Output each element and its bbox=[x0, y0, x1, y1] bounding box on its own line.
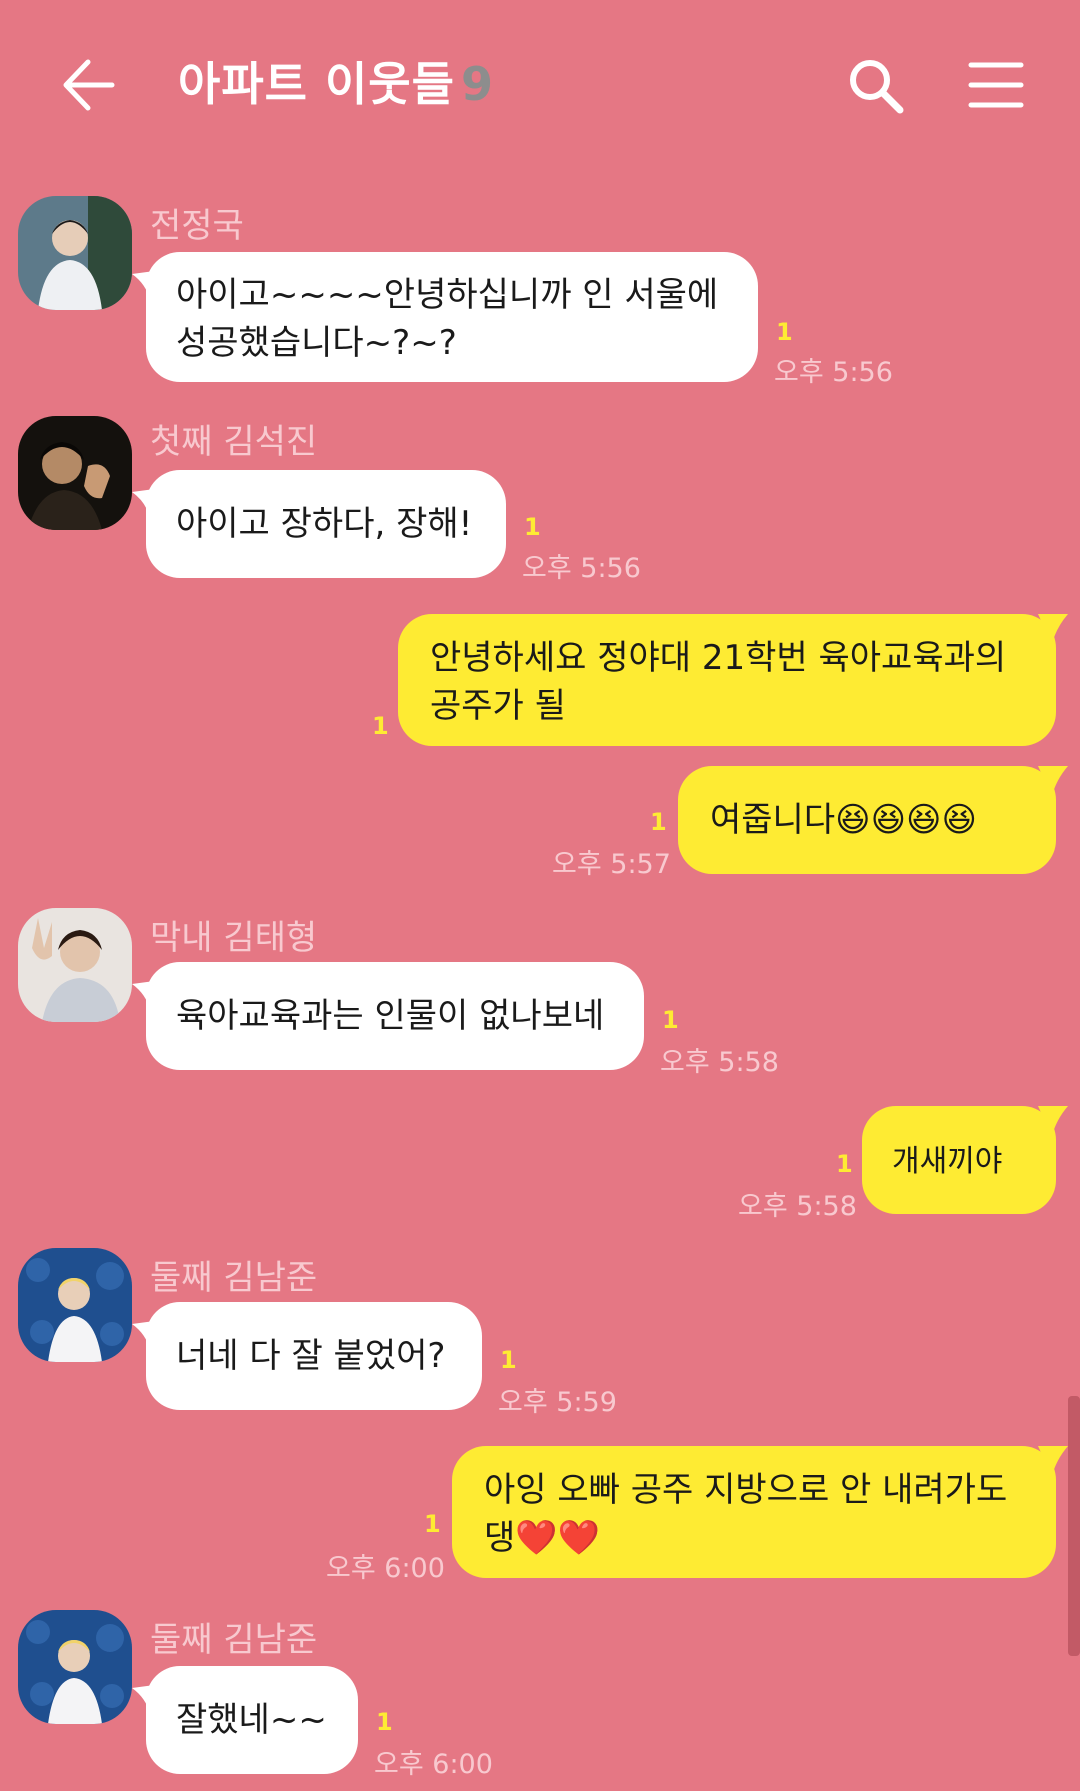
unread-count: 1 bbox=[376, 1708, 393, 1736]
message-time: 오후 6:00 bbox=[374, 1749, 493, 1780]
chat-header: 아파트 이웃들 9 bbox=[0, 0, 1080, 170]
sender-name: 전정국 bbox=[150, 206, 244, 246]
message-bubble[interactable]: 육아교육과는 인물이 없나보네 bbox=[132, 962, 644, 1070]
bubble-tail bbox=[132, 1684, 162, 1714]
message-text: 아잉 오빠 공주 지방으로 안 내려가도 댕❤️❤️ bbox=[484, 1470, 1008, 1558]
message-text: 아이고~~~~안녕하십니까 인 서울에 성공했습니다~?~? bbox=[176, 275, 719, 363]
avatar-photo bbox=[18, 196, 132, 310]
member-count: 9 bbox=[460, 57, 494, 111]
avatar-kim-seokjin[interactable] bbox=[18, 416, 132, 530]
unread-count: 1 bbox=[662, 1006, 679, 1034]
message-time: 오후 5:59 bbox=[498, 1387, 617, 1418]
unread-count: 1 bbox=[836, 1150, 853, 1178]
search-button[interactable] bbox=[846, 56, 906, 116]
scrollbar[interactable] bbox=[1068, 1396, 1080, 1656]
my-message-bubble[interactable]: 개새끼야 bbox=[862, 1106, 1068, 1214]
message-bubble[interactable]: 너네 다 잘 붙었어? bbox=[132, 1302, 482, 1410]
hamburger-menu-icon bbox=[968, 62, 1024, 108]
chat-title: 아파트 이웃들 9 bbox=[178, 48, 494, 114]
message-text: 개새끼야 bbox=[892, 1144, 1003, 1179]
avatar-kim-namjoon[interactable] bbox=[18, 1248, 132, 1362]
message-bubble[interactable]: 잘했네~~ bbox=[132, 1666, 358, 1774]
unread-count: 1 bbox=[372, 712, 389, 740]
bubble-tail bbox=[1038, 766, 1068, 796]
sender-name: 첫째 김석진 bbox=[150, 422, 318, 462]
message-text: 아이고 장하다, 장해! bbox=[176, 504, 473, 544]
message-time: 오후 5:56 bbox=[522, 553, 641, 584]
bubble-tail bbox=[132, 488, 162, 518]
back-button[interactable] bbox=[58, 56, 118, 114]
sender-name: 막내 김태형 bbox=[150, 918, 318, 958]
message-text: 너네 다 잘 붙었어? bbox=[176, 1336, 446, 1376]
bubble-tail bbox=[132, 270, 162, 300]
message-text: 잘했네~~ bbox=[176, 1700, 327, 1740]
bubble-tail bbox=[132, 980, 162, 1010]
chat-room-name: 아파트 이웃들 bbox=[178, 57, 455, 111]
message-text: 육아교육과는 인물이 없나보네 bbox=[176, 996, 605, 1036]
message-bubble[interactable]: 아이고~~~~안녕하십니까 인 서울에 성공했습니다~?~? bbox=[132, 252, 758, 382]
avatar-photo bbox=[18, 1610, 132, 1724]
bubble-tail bbox=[132, 1320, 162, 1350]
bubble-tail bbox=[1038, 1106, 1068, 1136]
avatar-photo bbox=[18, 908, 132, 1022]
my-message-bubble[interactable]: 안녕하세요 정야대 21학번 육아교육과의 공주가 될 bbox=[398, 614, 1068, 746]
bubble-tail bbox=[1038, 614, 1068, 644]
message-time: 오후 5:56 bbox=[774, 357, 893, 388]
unread-count: 1 bbox=[500, 1346, 517, 1374]
unread-count: 1 bbox=[524, 513, 541, 541]
avatar-jeon-jungkook[interactable] bbox=[18, 196, 132, 310]
avatar-photo bbox=[18, 416, 132, 530]
message-time: 오후 5:58 bbox=[660, 1047, 779, 1078]
my-message-bubble[interactable]: 아잉 오빠 공주 지방으로 안 내려가도 댕❤️❤️ bbox=[452, 1446, 1068, 1578]
avatar-photo bbox=[18, 1248, 132, 1362]
unread-count: 1 bbox=[424, 1510, 441, 1538]
message-time: 오후 6:00 bbox=[326, 1553, 445, 1584]
menu-button[interactable] bbox=[968, 60, 1024, 110]
message-time: 오후 5:58 bbox=[738, 1191, 857, 1222]
avatar-kim-taehyung[interactable] bbox=[18, 908, 132, 1022]
message-text: 안녕하세요 정야대 21학번 육아교육과의 공주가 될 bbox=[430, 638, 1007, 726]
my-message-bubble[interactable]: 여줍니다😆😆😆😆 bbox=[678, 766, 1068, 874]
avatar-kim-namjoon[interactable] bbox=[18, 1610, 132, 1724]
search-icon bbox=[850, 60, 904, 114]
sender-name: 둘째 김남준 bbox=[150, 1258, 318, 1298]
unread-count: 1 bbox=[776, 318, 793, 346]
unread-count: 1 bbox=[650, 808, 667, 836]
message-text: 여줍니다😆😆😆😆 bbox=[710, 800, 977, 840]
message-bubble[interactable]: 아이고 장하다, 장해! bbox=[132, 470, 506, 578]
sender-name: 둘째 김남준 bbox=[150, 1620, 318, 1660]
arrow-left-icon bbox=[63, 59, 115, 111]
bubble-tail bbox=[1038, 1446, 1068, 1476]
message-time: 오후 5:57 bbox=[552, 849, 671, 880]
